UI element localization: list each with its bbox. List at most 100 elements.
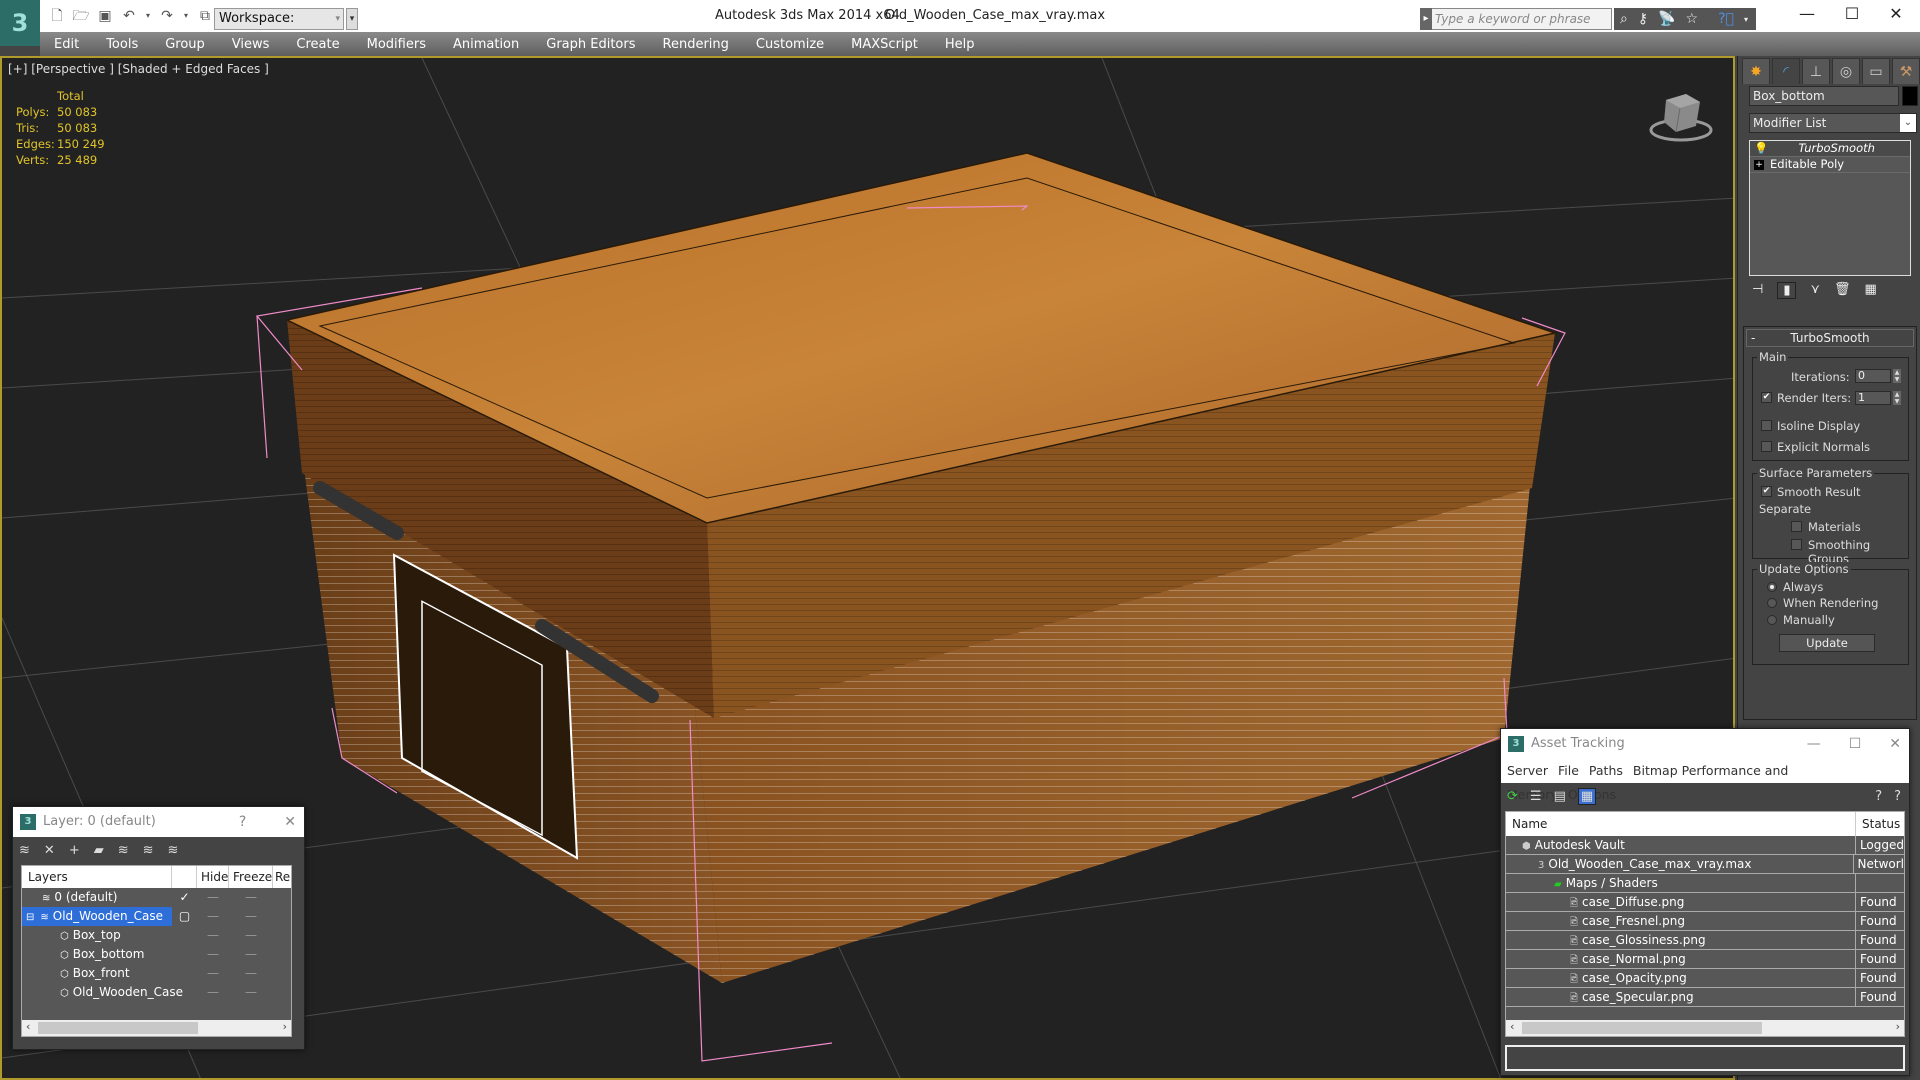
table-view-icon[interactable]: ▦ xyxy=(1577,787,1597,805)
hide-toggle[interactable]: — xyxy=(197,945,229,964)
asset-row[interactable]: 🖻 case_Diffuse.png Found xyxy=(1506,893,1904,912)
layer-window-titlebar[interactable]: 3 Layer: 0 (default) ? ✕ xyxy=(13,807,304,837)
minimize-button[interactable]: — xyxy=(1787,4,1827,23)
asset-row[interactable]: 🖻 case_Normal.png Found xyxy=(1506,950,1904,969)
remove-modifier-icon[interactable]: 🗑 xyxy=(1834,282,1851,299)
asset-row[interactable]: 🖻 case_Fresnel.png Found xyxy=(1506,912,1904,931)
layer-row[interactable]: ⊟ ≋ Old_Wooden_Case ▢ — — xyxy=(22,907,291,926)
highlight-selected-layer-icon[interactable]: ≋ xyxy=(118,843,129,858)
make-unique-icon[interactable]: ⋎ xyxy=(1810,282,1820,299)
help-icon[interactable]: ?⃝ xyxy=(1718,11,1734,27)
turbosmooth-rollout-header[interactable]: - TurboSmooth xyxy=(1746,329,1914,347)
materials-checkbox[interactable] xyxy=(1791,521,1802,532)
create-tab-icon[interactable]: ✸ xyxy=(1742,58,1770,84)
hide-toggle[interactable]: — xyxy=(197,964,229,983)
render-iters-spinner-arrows[interactable]: ▲ ▼ xyxy=(1893,391,1901,405)
layer-row[interactable]: ⬡ Box_bottom — — xyxy=(22,945,291,964)
star-icon[interactable]: ☆ xyxy=(1686,11,1699,27)
explicit-normals-checkbox[interactable] xyxy=(1761,441,1772,452)
layer-row[interactable]: ≋ 0 (default) ✓ — — xyxy=(22,888,291,907)
horizontal-scrollbar[interactable]: ‹ › xyxy=(1506,1020,1904,1036)
new-layer-icon[interactable]: ≋ xyxy=(19,843,30,858)
freeze-toggle[interactable]: — xyxy=(229,945,273,964)
project-folder-icon[interactable]: ⧉ xyxy=(196,7,214,25)
asset-menu-paths[interactable]: Paths xyxy=(1589,763,1623,778)
configure-modifier-sets-icon[interactable]: ▦ xyxy=(1865,282,1877,299)
current-layer-toggle[interactable]: ✓ xyxy=(172,888,197,907)
asset-tracking-titlebar[interactable]: 3 Asset Tracking — ☐ ✕ xyxy=(1501,729,1909,759)
delete-layer-icon[interactable]: ✕ xyxy=(44,843,55,858)
smoothing-groups-checkbox[interactable] xyxy=(1791,539,1802,550)
render-column-header[interactable]: Re xyxy=(273,866,290,888)
close-button[interactable]: ✕ xyxy=(284,807,296,837)
manually-radio[interactable] xyxy=(1767,615,1777,625)
iterations-spinner[interactable]: 0 xyxy=(1855,369,1891,383)
asset-row[interactable]: ▰ Maps / Shaders xyxy=(1506,874,1904,893)
menu-graph-editors[interactable]: Graph Editors xyxy=(546,37,635,52)
list-view-icon[interactable]: ☰ xyxy=(1530,789,1542,804)
render-iters-spinner[interactable]: 1 xyxy=(1855,391,1891,405)
thumbnail-view-icon[interactable]: ▤ xyxy=(1554,789,1566,804)
menu-edit[interactable]: Edit xyxy=(54,37,79,52)
add-to-layer-icon[interactable]: + xyxy=(69,843,80,858)
stack-item-editable-poly[interactable]: + Editable Poly xyxy=(1750,157,1910,173)
show-end-result-icon[interactable]: ▮ xyxy=(1777,282,1797,299)
layer-row[interactable]: ⬡ Old_Wooden_Case — — xyxy=(22,983,291,1002)
menu-maxscript[interactable]: MAXScript xyxy=(851,37,918,52)
open-icon[interactable]: 🗁 xyxy=(72,7,90,25)
asset-path-field[interactable] xyxy=(1505,1045,1905,1071)
freeze-toggle[interactable]: — xyxy=(229,907,273,926)
maximize-button[interactable]: ☐ xyxy=(1849,729,1862,759)
menu-tools[interactable]: Tools xyxy=(106,37,138,52)
isoline-display-checkbox[interactable] xyxy=(1761,420,1772,431)
smooth-result-checkbox[interactable]: ✔ xyxy=(1761,486,1772,497)
menu-create[interactable]: Create xyxy=(296,37,339,52)
pin-stack-icon[interactable]: ⊣ xyxy=(1752,282,1763,299)
asset-row[interactable]: ⬢ Autodesk Vault Logged xyxy=(1506,836,1904,855)
lightbulb-icon[interactable]: 💡 xyxy=(1754,141,1768,156)
when-rendering-radio[interactable] xyxy=(1767,598,1777,608)
current-column-header[interactable] xyxy=(172,866,197,888)
freeze-all-layers-icon[interactable]: ≋ xyxy=(168,843,179,858)
status-column-header[interactable]: Status xyxy=(1856,812,1900,836)
menu-rendering[interactable]: Rendering xyxy=(663,37,729,52)
iterations-spinner-arrows[interactable]: ▲ ▼ xyxy=(1893,369,1901,383)
minimize-button[interactable]: — xyxy=(1807,729,1821,759)
satellite-icon[interactable]: 📡 xyxy=(1658,11,1675,27)
hide-toggle[interactable]: — xyxy=(197,907,229,926)
redo-dropdown-icon[interactable]: ▾ xyxy=(182,7,190,25)
maximize-button[interactable]: ☐ xyxy=(1832,4,1872,23)
menu-animation[interactable]: Animation xyxy=(453,37,519,52)
menu-group[interactable]: Group xyxy=(165,37,205,52)
help-dropdown-icon[interactable]: ▾ xyxy=(1744,15,1748,24)
close-button[interactable]: ✕ xyxy=(1876,4,1916,23)
binoculars-icon[interactable]: ⌕ xyxy=(1620,11,1628,27)
collapse-icon[interactable]: ⊟ xyxy=(26,912,34,923)
refresh-icon[interactable]: ⟳ xyxy=(1507,789,1518,804)
new-icon[interactable]: 🗋 xyxy=(48,7,66,25)
utilities-tab-icon[interactable]: ⚒ xyxy=(1892,58,1920,84)
hide-all-layers-icon[interactable]: ≋ xyxy=(143,843,154,858)
hierarchy-tab-icon[interactable]: ⊥ xyxy=(1802,58,1830,84)
workspace-dropdown[interactable]: Workspace: Default▾ xyxy=(214,8,344,46)
current-layer-toggle[interactable] xyxy=(172,945,197,964)
render-iters-checkbox[interactable]: ✔ xyxy=(1761,392,1772,403)
asset-row[interactable]: 3 Old_Wooden_Case_max_vray.max Networl xyxy=(1506,855,1904,874)
infocenter-search-input[interactable]: Type a keyword or phrase xyxy=(1420,8,1612,30)
freeze-column-header[interactable]: Freeze xyxy=(229,866,273,888)
qat-customize-button[interactable]: ▾ xyxy=(346,8,358,30)
asset-row[interactable]: 🖻 case_Glossiness.png Found xyxy=(1506,931,1904,950)
name-column-header[interactable]: Name xyxy=(1506,812,1856,836)
expand-icon[interactable]: + xyxy=(1754,160,1764,170)
motion-tab-icon[interactable]: ◎ xyxy=(1832,58,1860,84)
hide-column-header[interactable]: Hide xyxy=(197,866,229,888)
undo-icon[interactable]: ↶ xyxy=(120,7,138,25)
asset-menu-file[interactable]: File xyxy=(1558,763,1579,778)
viewcube[interactable] xyxy=(1646,88,1716,144)
key-icon[interactable]: ⚷ xyxy=(1638,11,1648,27)
layer-row[interactable]: ⬡ Box_top — — xyxy=(22,926,291,945)
current-layer-toggle[interactable] xyxy=(172,926,197,945)
freeze-toggle[interactable]: — xyxy=(229,888,273,907)
update-button[interactable]: Update xyxy=(1779,634,1875,652)
help-button[interactable]: ? xyxy=(239,807,246,837)
